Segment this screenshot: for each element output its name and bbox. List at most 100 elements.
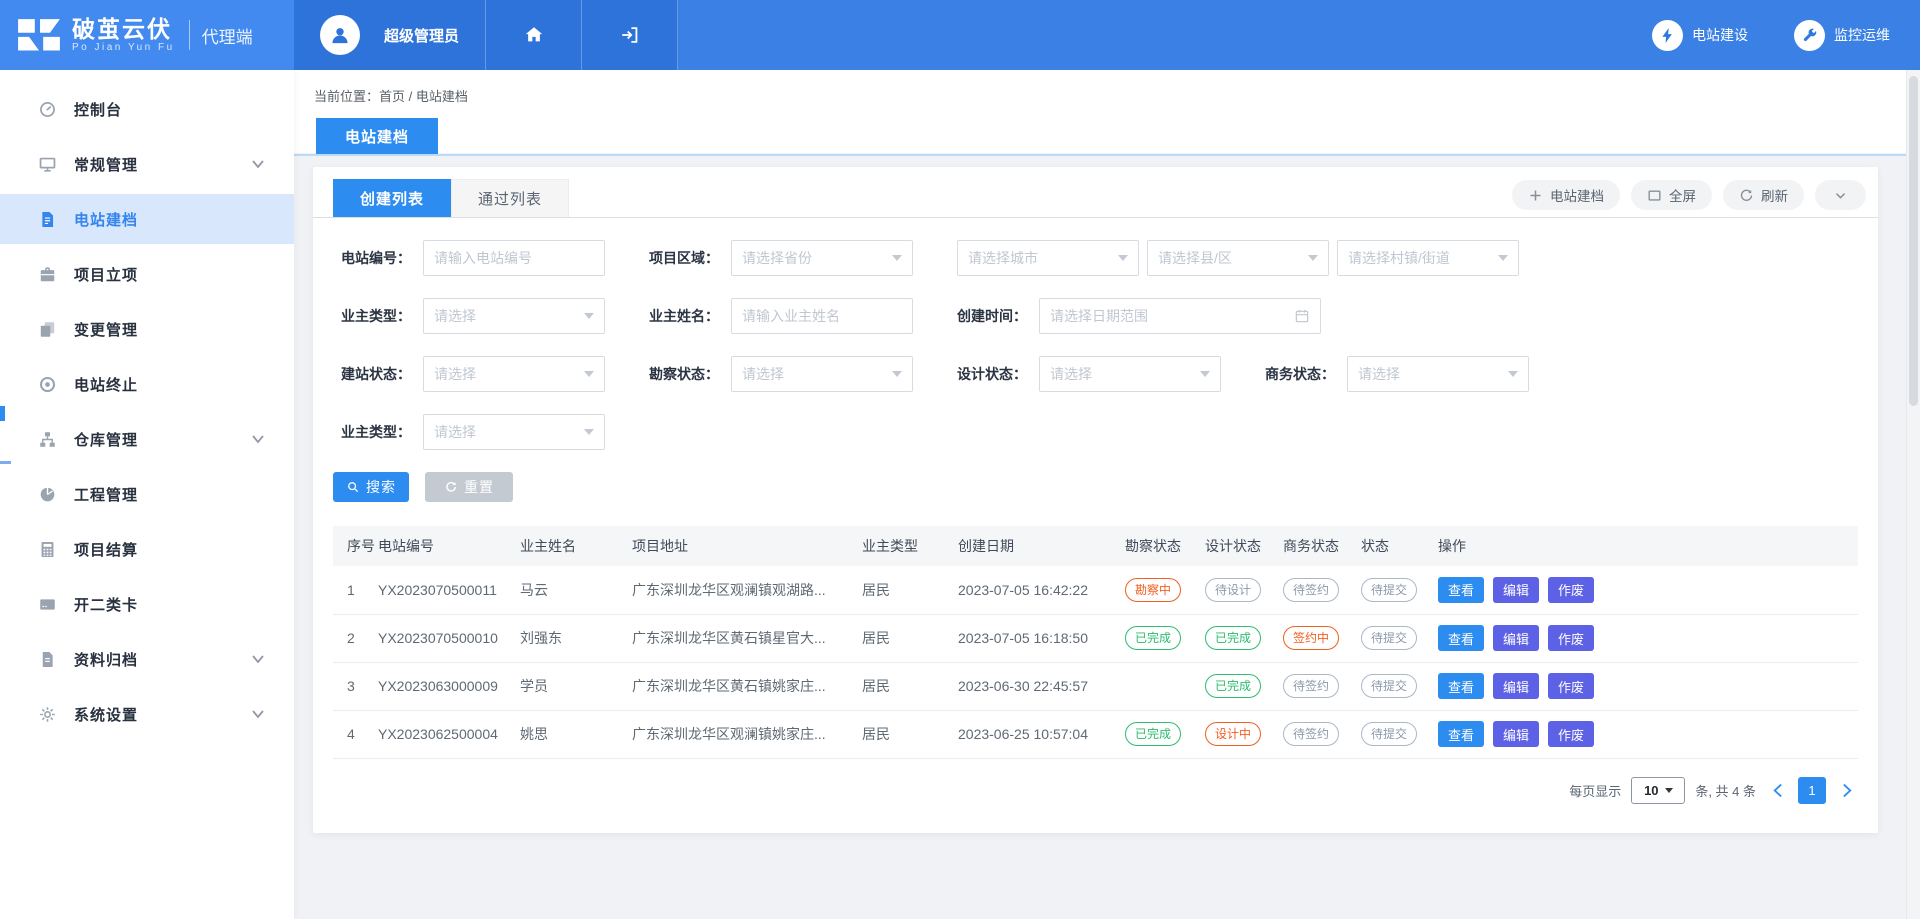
view-button[interactable]: 查看 xyxy=(1438,577,1484,603)
tab-create-list[interactable]: 创建列表 xyxy=(333,179,451,217)
collapse-button[interactable] xyxy=(1815,180,1866,210)
survey-status-cell: 已完成 xyxy=(1125,710,1205,758)
prev-page-button[interactable] xyxy=(1766,777,1788,804)
survey-status-select[interactable]: 请选择 xyxy=(731,356,913,392)
design-status-cell: 已完成 xyxy=(1205,614,1283,662)
create-station-button[interactable]: 电站建档 xyxy=(1512,180,1620,210)
scrollbar-track xyxy=(1906,70,1920,919)
owner-type-select-2[interactable]: 请选择 xyxy=(423,414,605,450)
reset-button[interactable]: 重置 xyxy=(425,472,513,502)
sidebar-item-label: 电站建档 xyxy=(74,209,138,230)
filter-label: 勘察状态： xyxy=(641,364,731,384)
row-index: 2 xyxy=(333,614,378,662)
refresh-icon xyxy=(1739,188,1754,203)
nav-monitoring-operation[interactable]: 监控运维 xyxy=(1794,20,1890,51)
logout-icon xyxy=(619,24,641,46)
design-status-select[interactable]: 请选择 xyxy=(1039,356,1221,392)
void-button[interactable]: 作废 xyxy=(1548,721,1594,747)
column-header: 勘察状态 xyxy=(1125,526,1205,566)
county-select[interactable]: 请选择县/区 xyxy=(1147,240,1329,276)
scrollbar-thumb[interactable] xyxy=(1909,76,1918,406)
sidebar-item-project-settlement[interactable]: 项目结算 xyxy=(0,524,294,574)
survey-status-cell xyxy=(1125,662,1205,710)
filter-label: 业主类型： xyxy=(333,306,423,326)
station-code-input[interactable] xyxy=(434,250,594,266)
logout-button[interactable] xyxy=(582,0,678,70)
tab-passed-list[interactable]: 通过列表 xyxy=(451,179,569,217)
edit-button[interactable]: 编辑 xyxy=(1493,577,1539,603)
sidebar-item-label: 电站终止 xyxy=(74,374,138,395)
sidebar-item-system-settings[interactable]: 系统设置 xyxy=(0,689,294,739)
void-button[interactable]: 作废 xyxy=(1548,673,1594,699)
sidebar-item-warehouse-management[interactable]: 仓库管理 xyxy=(0,414,294,464)
edit-button[interactable]: 编辑 xyxy=(1493,721,1539,747)
brand-title: 破茧云伏 xyxy=(72,17,175,41)
chevron-down-icon xyxy=(252,434,264,444)
void-button[interactable]: 作废 xyxy=(1548,577,1594,603)
sidebar-item-general-management[interactable]: 常规管理 xyxy=(0,139,294,189)
village-select[interactable]: 请选择村镇/街道 xyxy=(1337,240,1519,276)
owner-type-select[interactable]: 请选择 xyxy=(423,298,605,334)
create-time-range[interactable] xyxy=(1050,308,1294,324)
sidebar-item-station-archive[interactable]: 电站建档 xyxy=(0,194,294,244)
edit-button[interactable]: 编辑 xyxy=(1493,625,1539,651)
sidebar-item-change-management[interactable]: 变更管理 xyxy=(0,304,294,354)
survey-status-cell: 已完成 xyxy=(1125,614,1205,662)
search-button[interactable]: 搜索 xyxy=(333,472,409,502)
content-card: 创建列表 通过列表 电站建档 全屏 刷新 电站编 xyxy=(313,167,1878,833)
owner-type: 居民 xyxy=(862,614,958,662)
business-status-select[interactable]: 请选择 xyxy=(1347,356,1529,392)
per-page-label: 每页显示 xyxy=(1569,781,1621,800)
pie-gauge-icon xyxy=(38,485,57,504)
business-status-cell: 待签约 xyxy=(1283,566,1361,614)
station-code: YX2023070500010 xyxy=(378,614,520,662)
plus-icon xyxy=(1528,188,1543,203)
brand-edition: 代理端 xyxy=(202,23,253,48)
pagination: 每页显示 10 条, 共 4 条 1 xyxy=(313,777,1878,804)
next-page-button[interactable] xyxy=(1836,777,1858,804)
chevron-down-icon xyxy=(584,313,594,319)
chevron-down-icon xyxy=(252,159,264,169)
sidebar-item-type2-card[interactable]: 开二类卡 xyxy=(0,579,294,629)
edit-button[interactable]: 编辑 xyxy=(1493,673,1539,699)
status-pill: 勘察中 xyxy=(1125,578,1181,602)
app-logo-icon xyxy=(16,16,62,54)
sidebar-item-label: 仓库管理 xyxy=(74,429,138,450)
owner-name: 学员 xyxy=(520,662,632,710)
sidebar-item-label: 项目结算 xyxy=(74,539,138,560)
home-button[interactable] xyxy=(486,0,582,70)
status-pill: 已完成 xyxy=(1205,626,1261,650)
filter-label: 建站状态： xyxy=(333,364,423,384)
column-header: 设计状态 xyxy=(1205,526,1283,566)
row-index: 1 xyxy=(333,566,378,614)
chevron-down-icon xyxy=(892,371,902,377)
view-button[interactable]: 查看 xyxy=(1438,721,1484,747)
refresh-button[interactable]: 刷新 xyxy=(1723,180,1804,210)
owner-name-input[interactable] xyxy=(742,308,902,324)
user-name: 超级管理员 xyxy=(384,25,459,46)
calendar-icon xyxy=(1294,308,1310,324)
filter-label: 业主类型： xyxy=(333,422,423,442)
user-menu[interactable]: 超级管理员 xyxy=(294,0,486,70)
status-status-cell: 待提交 xyxy=(1361,566,1438,614)
city-select[interactable]: 请选择城市 xyxy=(957,240,1139,276)
sidebar-item-project-initiation[interactable]: 项目立项 xyxy=(0,249,294,299)
owner-name: 刘强东 xyxy=(520,614,632,662)
sidebar-item-console[interactable]: 控制台 xyxy=(0,84,294,134)
view-button[interactable]: 查看 xyxy=(1438,625,1484,651)
sidebar-item-label: 变更管理 xyxy=(74,319,138,340)
sidebar-item-data-archive[interactable]: 资料归档 xyxy=(0,634,294,684)
void-button[interactable]: 作废 xyxy=(1548,625,1594,651)
build-status-select[interactable]: 请选择 xyxy=(423,356,605,392)
sidebar-item-station-termination[interactable]: 电站终止 xyxy=(0,359,294,409)
page-size-select[interactable]: 10 xyxy=(1631,777,1685,804)
province-select[interactable]: 请选择省份 xyxy=(731,240,913,276)
total-count-label: 条, 共 4 条 xyxy=(1695,781,1756,800)
current-page-button[interactable]: 1 xyxy=(1798,777,1826,804)
view-button[interactable]: 查看 xyxy=(1438,673,1484,699)
page-tab-station-archive[interactable]: 电站建档 xyxy=(316,118,438,154)
nav-station-construction[interactable]: 电站建设 xyxy=(1652,20,1748,51)
sidebar-item-engineering-management[interactable]: 工程管理 xyxy=(0,469,294,519)
station-code: YX2023070500011 xyxy=(378,566,520,614)
fullscreen-button[interactable]: 全屏 xyxy=(1631,180,1712,210)
